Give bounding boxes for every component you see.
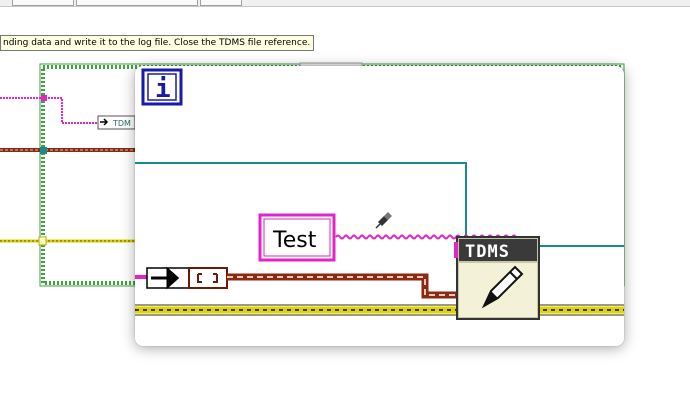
iteration-icon: i (155, 74, 171, 104)
zoomed-diagram: i Test TDMS (135, 68, 624, 320)
small-tdms-label: TDM (112, 119, 131, 128)
string-tunnel[interactable] (41, 95, 47, 101)
string-constant-text: Test (272, 228, 317, 253)
zoom-magnifier-window[interactable]: i Test TDMS (135, 66, 624, 346)
tdms-write-node[interactable]: TDMS (454, 236, 540, 320)
string-wire-left[interactable] (0, 97, 100, 124)
refnum-tunnel[interactable] (40, 147, 47, 154)
labview-block-diagram: nding data and write it to the log file.… (0, 0, 690, 404)
tdms-node-label: TDMS (465, 242, 510, 262)
pin-cursor-icon (375, 212, 392, 229)
error-tunnel[interactable] (38, 236, 47, 246)
refnum-wire-zoom[interactable] (227, 273, 463, 299)
tdms-string-terminal (454, 242, 458, 258)
refnum-node[interactable] (188, 267, 228, 289)
